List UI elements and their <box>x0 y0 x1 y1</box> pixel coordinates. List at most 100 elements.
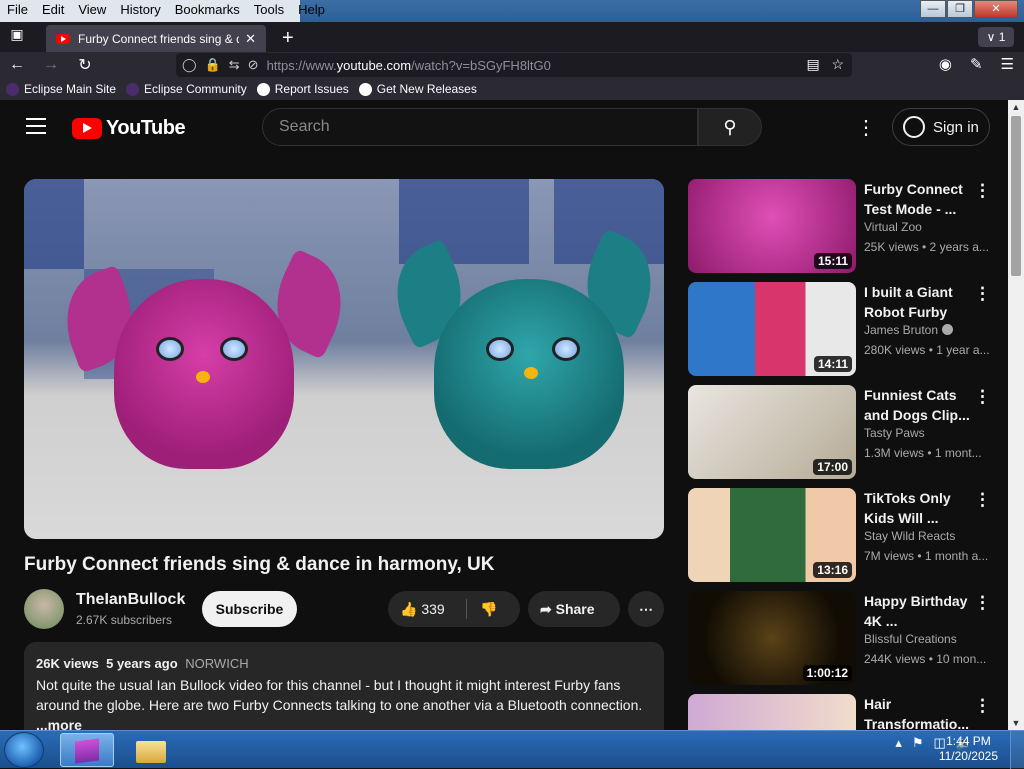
menu-help[interactable]: Help <box>291 0 332 20</box>
new-tab-button[interactable]: + <box>282 28 294 48</box>
maximize-button[interactable]: ❐ <box>947 0 973 18</box>
bookmark-new-releases[interactable]: Get New Releases <box>358 82 477 96</box>
recommendation-channel[interactable]: Stay Wild Reacts <box>864 529 955 543</box>
recommendation-channel[interactable]: Virtual Zoo <box>864 220 922 234</box>
video-thumbnail[interactable]: 13:16 <box>688 488 856 582</box>
recommendation-title[interactable]: Hair Transformatio... <box>864 694 976 730</box>
recommendation-menu-icon[interactable]: ⋮ <box>974 387 991 407</box>
video-thumbnail[interactable]: 17:00 <box>688 385 856 479</box>
tab-count-button[interactable]: ∨ 1 <box>978 27 1014 47</box>
location-tag[interactable]: NORWICH <box>185 656 248 671</box>
description-meta: 26K views 5 years ago NORWICH <box>36 656 652 671</box>
bookmark-star-icon[interactable]: ☆ <box>831 56 844 72</box>
tabs-icon: ▣ <box>10 26 24 42</box>
description-box[interactable]: 26K views 5 years ago NORWICH Not quite … <box>24 642 664 730</box>
recommendation-meta: 7M views • 1 month a... <box>864 549 989 563</box>
search-input[interactable]: Search <box>262 108 698 146</box>
page-scrollbar[interactable]: ▲ ▼ <box>1008 100 1024 730</box>
channel-avatar[interactable] <box>24 589 64 629</box>
recommendation-menu-icon[interactable]: ⋮ <box>974 696 991 716</box>
taskbar-eclipse-app[interactable] <box>60 733 114 767</box>
video-thumbnail[interactable]: 1:00:12 <box>688 591 856 685</box>
video-thumbnail[interactable] <box>688 694 856 730</box>
show-more-link[interactable]: ...more <box>36 717 82 730</box>
bookmark-eclipse-main[interactable]: Eclipse Main Site <box>6 82 116 96</box>
recommendation-meta: 244K views • 10 mon... <box>864 652 987 666</box>
recommendation-item[interactable]: 1:00:12 Happy Birthday 4K ... Blissful C… <box>688 591 998 694</box>
recommendation-item[interactable]: 13:16 TikToks Only Kids Will ... Stay Wi… <box>688 488 998 591</box>
clock-time: 1:44 PM <box>946 734 991 748</box>
forward-button[interactable]: → <box>34 56 68 74</box>
recommendation-channel[interactable]: Tasty Paws <box>864 426 925 440</box>
recommendation-title[interactable]: Furby Connect Test Mode - ... <box>864 179 976 219</box>
settings-menu-icon[interactable]: ⋮ <box>856 118 876 138</box>
video-thumbnail[interactable]: 14:11 <box>688 282 856 376</box>
like-divider <box>466 599 467 619</box>
bookmark-eclipse-community[interactable]: Eclipse Community <box>126 82 247 96</box>
taskbar-clock[interactable]: 1:44 PM 11/20/2025 <box>939 734 998 764</box>
share-icon: ➦ <box>540 601 552 617</box>
reload-button[interactable]: ↻ <box>68 55 102 75</box>
bookmark-report-issues[interactable]: Report Issues <box>256 82 349 96</box>
back-button[interactable]: ← <box>0 56 34 74</box>
recommendation-menu-icon[interactable]: ⋮ <box>974 284 991 304</box>
guide-menu-icon[interactable] <box>26 118 46 134</box>
scrollbar-thumb[interactable] <box>1011 116 1021 276</box>
recommendation-item[interactable]: 17:00 Funniest Cats and Dogs Clip... Tas… <box>688 385 998 488</box>
url-bar[interactable]: ◯ 🔒 ⇆ ⊘ https://www.youtube.com/watch?v=… <box>176 53 852 77</box>
dislike-button[interactable]: 👎 <box>480 591 497 627</box>
recommendation-item[interactable]: 14:11 I built a Giant Robot Furby James … <box>688 282 998 385</box>
recommendation-menu-icon[interactable]: ⋮ <box>974 593 991 613</box>
recommendation-channel[interactable]: Blissful Creations <box>864 632 957 646</box>
close-tab-icon[interactable]: ✕ <box>245 31 256 47</box>
menu-file[interactable]: File <box>0 0 35 20</box>
tab-youtube[interactable]: Furby Connect friends sing & da ✕ <box>46 25 266 52</box>
extensions-icon[interactable]: ✎ <box>970 55 983 73</box>
menu-view[interactable]: View <box>71 0 113 20</box>
subscribe-button[interactable]: Subscribe <box>202 591 297 627</box>
youtube-logo[interactable]: YouTube <box>72 117 186 140</box>
youtube-wordmark: YouTube <box>106 117 186 139</box>
shield-icon: ◯ <box>182 57 197 72</box>
like-button[interactable]: 👍 339 <box>400 591 445 627</box>
tab-count: 1 <box>998 30 1006 44</box>
menu-history[interactable]: History <box>113 0 167 20</box>
recommendation-title[interactable]: I built a Giant Robot Furby <box>864 282 976 322</box>
scroll-up-icon[interactable]: ▲ <box>1008 100 1024 114</box>
app-menu-icon[interactable]: ☰ <box>1001 55 1014 73</box>
video-player[interactable] <box>24 179 664 539</box>
taskbar-explorer-app[interactable] <box>124 733 178 767</box>
channel-name[interactable]: TheIanBullock <box>76 591 185 609</box>
close-window-button[interactable]: ✕ <box>974 0 1018 18</box>
recommendation-menu-icon[interactable]: ⋮ <box>974 181 991 201</box>
furby-eye <box>220 337 248 361</box>
recommendation-item[interactable]: 15:11 Furby Connect Test Mode - ... Virt… <box>688 179 998 282</box>
minimize-button[interactable]: — <box>920 0 946 18</box>
pink-furby <box>114 279 294 469</box>
recommendation-menu-icon[interactable]: ⋮ <box>974 490 991 510</box>
recommendation-channel[interactable]: James Bruton <box>864 323 954 337</box>
show-desktop-button[interactable] <box>1010 731 1024 769</box>
scroll-down-icon[interactable]: ▼ <box>1008 716 1024 730</box>
sign-in-button[interactable]: Sign in <box>892 108 990 146</box>
tab-list-button[interactable]: ▣ <box>0 26 34 50</box>
more-actions-button[interactable]: ⋯ <box>628 591 664 627</box>
tray-expand-icon[interactable]: ▴ <box>895 735 902 751</box>
recommendation-title[interactable]: Funniest Cats and Dogs Clip... <box>864 385 976 425</box>
like-count: 339 <box>421 601 445 617</box>
window-menubar: File Edit View History Bookmarks Tools H… <box>0 0 1024 22</box>
menu-tools[interactable]: Tools <box>247 0 291 20</box>
url-actions: ▤ ☆ <box>807 56 844 73</box>
action-center-icon[interactable]: ⚑ <box>912 735 924 751</box>
reader-view-icon[interactable]: ▤ <box>807 56 820 72</box>
menu-bookmarks[interactable]: Bookmarks <box>168 0 247 20</box>
recommendation-title[interactable]: Happy Birthday 4K ... <box>864 591 976 631</box>
start-button[interactable] <box>4 732 44 768</box>
account-icon[interactable]: ◉ <box>939 55 952 73</box>
search-button[interactable]: ⚲ <box>698 108 762 146</box>
share-button[interactable]: ➦ Share <box>528 591 620 627</box>
recommendation-title[interactable]: TikToks Only Kids Will ... <box>864 488 976 528</box>
video-thumbnail[interactable]: 15:11 <box>688 179 856 273</box>
recommendation-item[interactable]: Hair Transformatio... ⋮ <box>688 694 998 730</box>
menu-edit[interactable]: Edit <box>35 0 71 20</box>
